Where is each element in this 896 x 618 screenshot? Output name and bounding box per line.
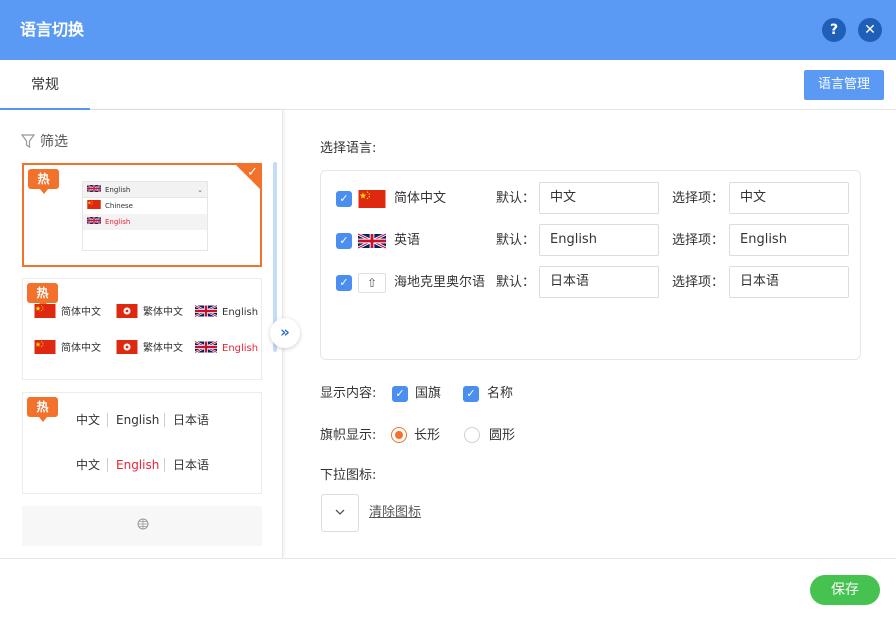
language-checkbox[interactable]: ✓ [336, 191, 352, 207]
default-label: 默认： [496, 191, 536, 206]
dropdown-icon-label: 下拉图标: [320, 468, 377, 483]
default-value-input[interactable]: English [539, 224, 659, 256]
option-label: 选择项： [672, 233, 725, 248]
option-label: 简体中文 [61, 343, 101, 354]
style-card-dropdown[interactable]: 热 ✓ English ⌄ Chinese English [22, 163, 262, 267]
option-label: 中文 [76, 413, 101, 427]
clear-icon-link[interactable]: 清除图标 [369, 504, 421, 522]
hot-badge: 热 [27, 283, 58, 308]
option-item: 简体中文 [34, 339, 101, 359]
check-icon: ✓ [247, 165, 258, 180]
separator [107, 413, 108, 427]
dialog-footer: 保存 [0, 558, 896, 618]
option-item: 繁体中文 [116, 303, 183, 323]
flag-round-label: 圆形 [489, 428, 516, 443]
collapse-panel-button[interactable]: » [270, 318, 300, 348]
help-button[interactable]: ? [822, 18, 846, 42]
option-label: 选择项： [672, 191, 725, 206]
cn-flag-icon [358, 190, 386, 208]
close-button[interactable]: ✕ [858, 18, 882, 42]
upload-icon[interactable]: ⇧ [358, 273, 386, 293]
separator [164, 458, 165, 472]
option-label: 日本语 [173, 458, 210, 472]
cn-flag-icon [34, 304, 56, 318]
flag-rect-label: 长形 [414, 428, 441, 443]
hk-flag-icon [116, 340, 138, 354]
dialog-titlebar: 语言切换 ? ✕ [0, 0, 896, 60]
language-checkbox[interactable]: ✓ [336, 233, 352, 249]
dropdown-preview-item-label: Chinese [105, 202, 133, 210]
uk-flag-icon [87, 184, 101, 193]
option-label: 繁体中文 [143, 343, 183, 354]
default-value-input[interactable]: 日本语 [539, 266, 659, 298]
flag-rect-radio[interactable] [391, 427, 407, 443]
tab-bar: 常规 语言管理 [0, 60, 896, 110]
display-content-label: 显示内容: [320, 386, 377, 401]
dropdown-icon-picker[interactable] [321, 494, 359, 532]
default-label: 默认： [496, 275, 536, 290]
option-label: English [222, 343, 259, 354]
uk-flag-icon [87, 216, 101, 225]
option-label: 简体中文 [61, 307, 101, 318]
uk-flag-icon [195, 340, 217, 354]
dropdown-preview-head-label: English [105, 186, 131, 194]
option-label: English [222, 307, 259, 318]
dropdown-preview: English ⌄ Chinese English [82, 181, 208, 251]
dropdown-preview-item-label: English [105, 218, 131, 226]
option-value-input[interactable]: 中文 [729, 182, 849, 214]
uk-flag-icon [195, 304, 217, 318]
default-label: 默认： [496, 233, 536, 248]
dropdown-preview-item: English [83, 214, 207, 230]
flag-display-label: 旗帜显示: [320, 428, 377, 443]
cn-flag-icon [87, 200, 101, 209]
style-card-flag-list[interactable]: 热 简体中文 繁体中文 English 简体中文 繁体中文 English [22, 278, 262, 380]
option-item: English [195, 303, 258, 323]
filter-icon [20, 134, 36, 149]
chevron-down-icon [335, 509, 345, 515]
language-checkbox[interactable]: ✓ [336, 275, 352, 291]
language-name: 简体中文 [394, 191, 447, 206]
option-value-input[interactable]: English [729, 224, 849, 256]
option-item: 繁体中文 [116, 339, 183, 359]
option-label: 繁体中文 [143, 307, 183, 318]
separator [107, 458, 108, 472]
language-name: 英语 [394, 233, 421, 248]
dialog-title: 语言切换 [20, 20, 85, 39]
dropdown-preview-item: Chinese [83, 198, 207, 214]
option-label: 选择项： [672, 275, 725, 290]
language-list: ✓ 简体中文 默认： 中文 选择项： 中文 ✓ 英语 默认： English 选… [320, 170, 861, 360]
default-value-input[interactable]: 中文 [539, 182, 659, 214]
option-label: 中文 [76, 458, 101, 472]
chevron-down-icon: ⌄ [197, 186, 203, 194]
display-flag-checkbox[interactable]: ✓ [392, 386, 408, 402]
display-name-checkbox[interactable]: ✓ [463, 386, 479, 402]
option-label: English [116, 458, 160, 472]
option-value-input[interactable]: 日本语 [729, 266, 849, 298]
flag-round-radio[interactable] [464, 427, 480, 443]
style-card-text-list[interactable]: 热 中文 English 日本语 中文 English 日本语 [22, 392, 262, 494]
separator [164, 413, 165, 427]
language-manage-button[interactable]: 语言管理 [804, 70, 884, 100]
hot-badge: 热 [28, 169, 59, 194]
hot-badge: 热 [27, 397, 58, 422]
hk-flag-icon [116, 304, 138, 318]
filter-label: 筛选 [40, 134, 68, 150]
tab-general[interactable]: 常规 [0, 60, 90, 110]
option-label: English [116, 413, 160, 427]
style-card-globe[interactable] [22, 506, 262, 546]
select-language-label: 选择语言: [320, 141, 377, 156]
display-name-label: 名称 [487, 386, 514, 401]
dropdown-preview-head: English ⌄ [83, 182, 207, 198]
save-button[interactable]: 保存 [810, 575, 880, 605]
globe-icon [137, 518, 149, 530]
option-item: 简体中文 [34, 303, 101, 323]
cn-flag-icon [34, 340, 56, 354]
language-name: 海地克里奥尔语 [394, 275, 486, 290]
uk-flag-icon [358, 232, 386, 250]
option-item: English [195, 339, 258, 359]
style-panel: 筛选 热 ✓ English ⌄ Chinese English 热 简体中文 … [0, 110, 283, 558]
display-flag-label: 国旗 [415, 386, 442, 401]
option-label: 日本语 [173, 413, 210, 427]
filter-button[interactable]: 筛选 [20, 132, 68, 152]
